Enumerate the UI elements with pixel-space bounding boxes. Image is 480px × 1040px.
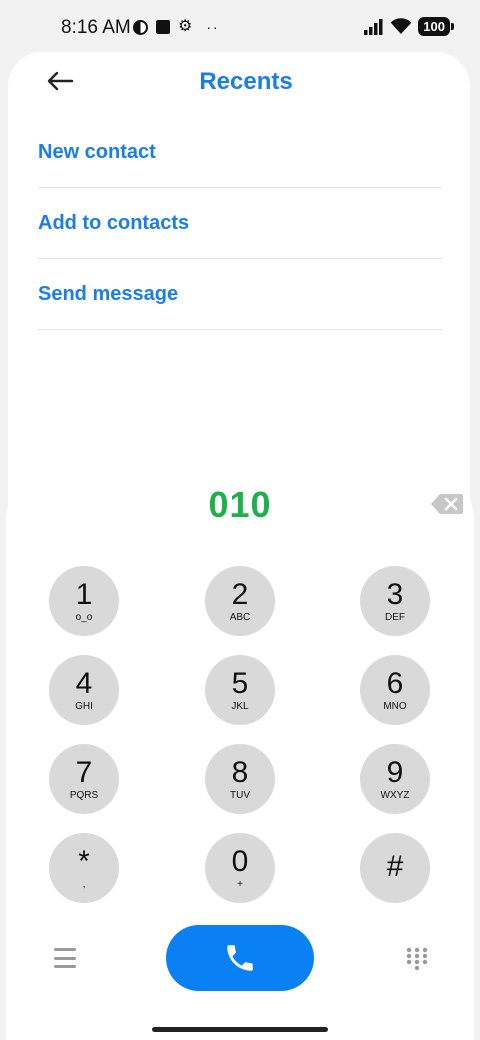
key-0[interactable]: 0 + (205, 833, 275, 903)
key-7[interactable]: 7 PQRS (49, 744, 119, 814)
action-list: New contact Add to contacts Send message (38, 117, 442, 330)
dialpad-toggle-button[interactable] (406, 947, 428, 971)
key-letters: GHI (75, 700, 93, 712)
key-digit: # (386, 849, 404, 883)
menu-button[interactable] (50, 946, 80, 970)
key-3[interactable]: 3 DEF (360, 566, 430, 636)
key-digit: 0 (231, 844, 249, 878)
send-message-action[interactable]: Send message (38, 259, 442, 330)
signal-icon (364, 18, 383, 35)
more-dots-icon: ·· (206, 19, 220, 35)
call-button[interactable] (166, 925, 314, 991)
home-indicator[interactable] (152, 1027, 328, 1032)
key-letters: JKL (231, 700, 249, 712)
battery-icon: 100 (418, 17, 454, 36)
key-letters: TUV (230, 789, 250, 801)
key-6[interactable]: 6 MNO (360, 655, 430, 725)
status-right-icons: 100 (364, 17, 454, 36)
key-2[interactable]: 2 ABC (205, 566, 275, 636)
menu-bar (54, 948, 76, 951)
key-4[interactable]: 4 GHI (49, 655, 119, 725)
key-hash[interactable]: # (360, 833, 430, 903)
key-letters: WXYZ (380, 789, 410, 801)
dialpad-sheet: 010 1 o_o 2 ABC 3 DEF 4 GHI 5 JKL 6 MNO … (6, 478, 474, 1040)
key-digit: 1 (75, 577, 93, 611)
key-letters: DEF (385, 611, 405, 623)
key-5[interactable]: 5 JKL (205, 655, 275, 725)
new-contact-action[interactable]: New contact (38, 117, 442, 188)
status-time: 8:16 AM (61, 17, 131, 38)
key-digit: 2 (231, 577, 249, 611)
key-star[interactable]: * , (49, 833, 119, 903)
key-digit: * (78, 844, 90, 878)
dialpad-icon (406, 947, 428, 971)
phone-screen: 8:16 AM ⚙ ·· 100 Recents New contact Add… (0, 0, 480, 1040)
key-1[interactable]: 1 o_o (49, 566, 119, 636)
half-circle-icon (133, 19, 148, 35)
dialed-number[interactable]: 010 (6, 484, 474, 526)
key-digit: 8 (231, 755, 249, 789)
gear-icon: ⚙ (178, 18, 193, 35)
page-title: Recents (199, 68, 293, 95)
key-digit: 6 (386, 666, 404, 700)
backspace-icon (431, 494, 463, 514)
menu-bar (54, 956, 76, 960)
key-letters: + (237, 878, 243, 890)
key-digit: 3 (386, 577, 404, 611)
status-bar: 8:16 AM ⚙ ·· 100 (0, 0, 480, 52)
key-9[interactable]: 9 WXYZ (360, 744, 430, 814)
wifi-icon (390, 18, 412, 34)
menu-bar (54, 965, 76, 968)
key-digit: 5 (231, 666, 249, 700)
add-to-contacts-action[interactable]: Add to contacts (38, 188, 442, 259)
square-icon (156, 20, 170, 34)
key-letters: ABC (229, 611, 251, 623)
recents-sheet: Recents New contact Add to contacts Send… (8, 52, 470, 532)
key-digit: 7 (75, 755, 93, 789)
status-left-icons: ⚙ ·· (133, 19, 220, 35)
key-letters: , (82, 878, 86, 890)
phone-icon (227, 945, 253, 971)
key-letters: MNO (383, 700, 407, 712)
key-letters: o_o (75, 611, 93, 623)
key-digit: 9 (386, 755, 404, 789)
key-8[interactable]: 8 TUV (205, 744, 275, 814)
key-digit: 4 (75, 666, 93, 700)
backspace-button[interactable] (430, 493, 464, 515)
key-letters: PQRS (69, 789, 99, 801)
